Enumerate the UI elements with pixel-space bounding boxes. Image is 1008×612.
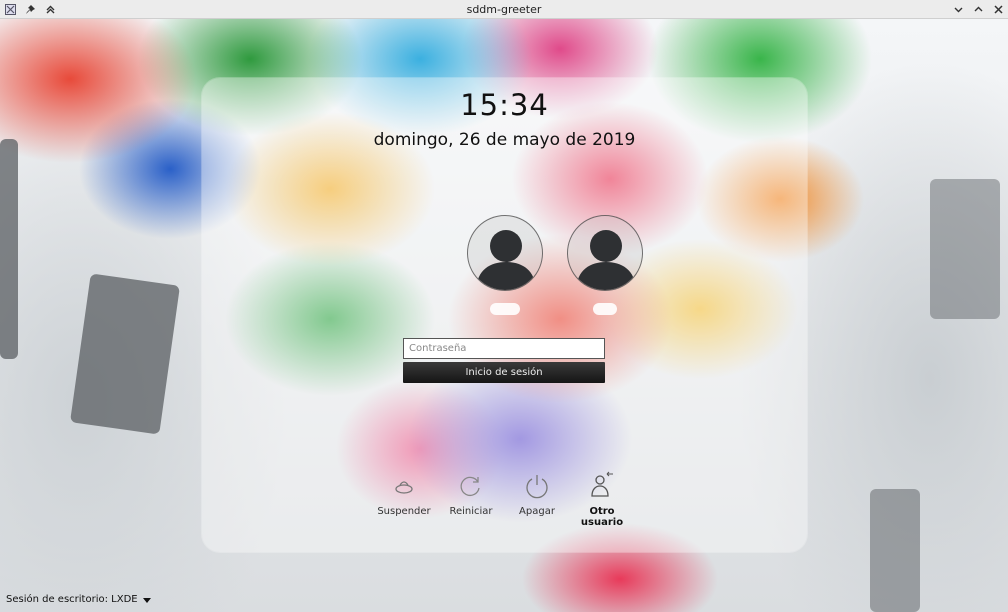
user-avatar-icon[interactable] <box>567 215 643 291</box>
restart-button[interactable]: Reiniciar <box>436 470 506 517</box>
maximize-chevron-icon[interactable] <box>971 2 985 16</box>
window-title: sddm-greeter <box>466 2 542 16</box>
other-user-icon <box>591 471 613 497</box>
keep-above-icon[interactable] <box>43 2 57 16</box>
user-name-1 <box>467 303 543 318</box>
wall-edge-shadow <box>0 139 18 359</box>
titlebar-left-controls <box>3 2 57 16</box>
restart-icon <box>460 476 480 497</box>
minimize-chevron-icon[interactable] <box>951 2 965 16</box>
close-icon[interactable] <box>991 2 1005 16</box>
clock-time: 15:34 <box>460 88 549 122</box>
shutdown-label: Apagar <box>519 506 555 517</box>
user-name-obscured <box>490 303 520 315</box>
user-avatar-icon[interactable] <box>467 215 543 291</box>
suspend-icon <box>395 481 413 494</box>
suspend-label: Suspender <box>377 506 431 517</box>
pin-icon[interactable] <box>23 2 37 16</box>
wall-doorway-shadow <box>870 489 920 612</box>
user-name-2 <box>567 303 643 318</box>
clock-date: domingo, 26 de mayo de 2019 <box>373 130 636 150</box>
power-icon <box>526 475 548 499</box>
titlebar-right-controls <box>951 2 1005 16</box>
suspend-button[interactable]: Suspender <box>369 470 439 517</box>
session-label: Sesión de escritorio: LXDE <box>6 594 138 605</box>
wall-window-shadow <box>69 273 181 435</box>
dropdown-arrow-icon[interactable] <box>142 597 151 603</box>
restart-label: Reiniciar <box>449 506 493 517</box>
desktop-session-selector[interactable]: Sesión de escritorio: LXDE <box>6 594 151 605</box>
shutdown-button[interactable]: Apagar <box>502 470 572 517</box>
login-panel: 15:34 domingo, 26 de mayo de 2019 Inicio <box>202 78 807 552</box>
wall-balcony-shadow <box>930 179 1000 319</box>
other-user-label: Otro usuario <box>580 506 624 528</box>
window-titlebar: sddm-greeter <box>0 0 1008 19</box>
other-user-button[interactable]: Otro usuario <box>567 470 637 528</box>
user-entry-2[interactable] <box>567 215 643 325</box>
password-input[interactable] <box>403 338 605 359</box>
login-button[interactable]: Inicio de sesión <box>403 362 605 383</box>
app-menu-icon[interactable] <box>3 2 17 16</box>
user-entry-1[interactable] <box>467 215 543 325</box>
user-name-obscured <box>593 303 617 315</box>
